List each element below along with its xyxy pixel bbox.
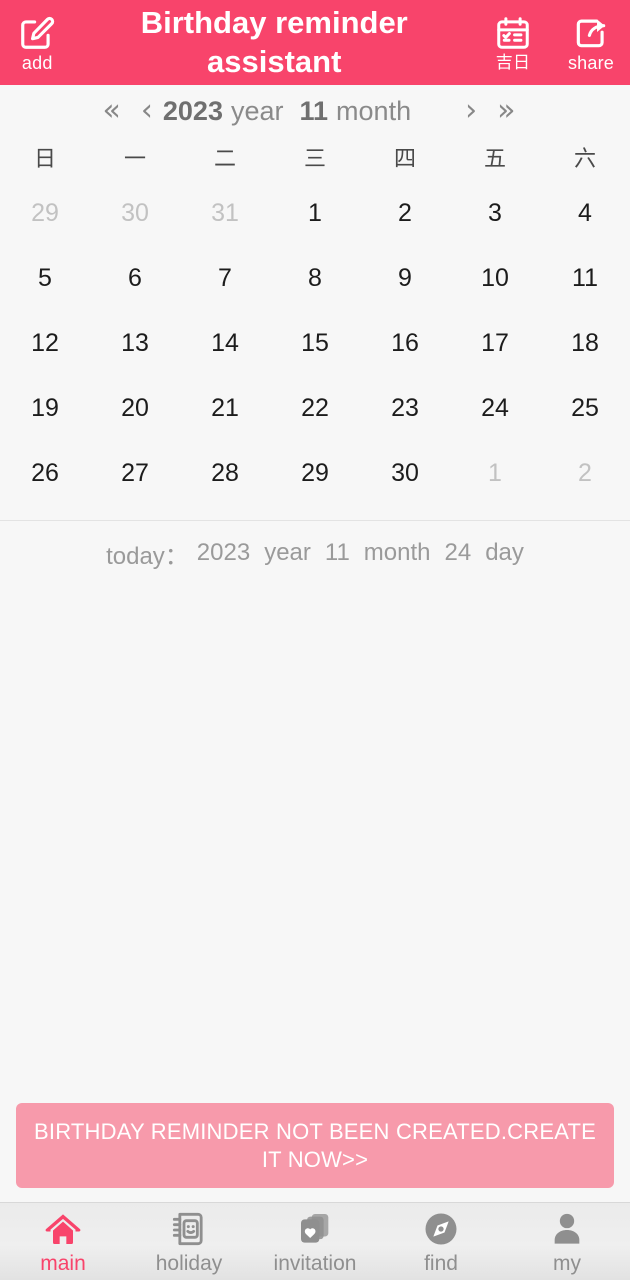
calendar-day-cell[interactable]: 26 (0, 441, 90, 506)
calendar-day-cell[interactable]: 7 (180, 246, 270, 311)
calendar-day-cell[interactable]: 6 (90, 246, 180, 311)
tab-label-main: main (40, 1252, 86, 1275)
tab-main[interactable]: main (0, 1203, 126, 1280)
person-icon (547, 1209, 587, 1249)
calendar-day-cell[interactable]: 28 (180, 441, 270, 506)
next-year-button[interactable]: » (487, 96, 525, 126)
calendar-day-cell[interactable]: 30 (90, 181, 180, 246)
tab-invitation[interactable]: invitation (252, 1203, 378, 1280)
create-reminder-banner[interactable]: BIRTHDAY REMINDER NOT BEEN CREATED.CREAT… (16, 1103, 614, 1188)
month-navigation: « ‹ 2023 year 11 month › » (0, 85, 630, 137)
today-day-unit: day (485, 539, 524, 566)
weekday-label-0: 日 (33, 146, 56, 171)
today-month-value: 11 (324, 539, 350, 566)
calendar-day-cell[interactable]: 1 (270, 181, 360, 246)
today-prefix-label: today： (106, 542, 189, 570)
today-month-unit: month (363, 539, 431, 566)
calendar-day-cell[interactable]: 11 (540, 246, 630, 311)
calendar-day-cell[interactable]: 29 (270, 441, 360, 506)
calendar-day-cell[interactable]: 1 (450, 441, 540, 506)
edit-square-icon (18, 14, 56, 52)
page-title: Birthday reminder assistant (140, 4, 408, 79)
prev-year-button[interactable]: « (93, 96, 131, 126)
calendar-day-cell[interactable]: 4 (540, 181, 630, 246)
app-root: add Birthday reminder assistant 吉日 share… (0, 0, 630, 1280)
weekday-label-1: 一 (123, 146, 146, 171)
tab-label-find: find (424, 1252, 458, 1275)
cards-heart-icon (295, 1209, 335, 1249)
calendar-day-cell[interactable]: 2 (540, 441, 630, 506)
calendar-day-cell[interactable]: 2 (360, 181, 450, 246)
app-header: add Birthday reminder assistant 吉日 share (0, 0, 630, 85)
calendar-day-cell[interactable]: 19 (0, 376, 90, 441)
calendar-day-cell[interactable]: 27 (90, 441, 180, 506)
add-button[interactable]: add (0, 14, 74, 72)
calendar-day-cell[interactable]: 18 (540, 311, 630, 376)
weekday-header-row: 日一二三四五六 (0, 137, 630, 177)
calendar-day-cell[interactable]: 14 (180, 311, 270, 376)
calendar-day-cell[interactable]: 5 (0, 246, 90, 311)
compass-icon (421, 1209, 461, 1249)
calendar-day-cell[interactable]: 21 (180, 376, 270, 441)
today-day-value: 24 (444, 539, 472, 566)
prev-month-button[interactable]: ‹ (131, 96, 163, 126)
calendar-grid: 29 30 31 1 2 3 4 5 6 7 8 9 10 11 12 13 14 15 16 17 18 19 20 21 2… (0, 177, 630, 506)
lucky-day-label: 吉日 (495, 53, 531, 72)
notice-container: BIRTHDAY REMINDER NOT BEEN CREATED.CREAT… (0, 1103, 630, 1202)
weekday-label-4: 四 (393, 146, 416, 171)
calendar-day-cell[interactable]: 24 (450, 376, 540, 441)
weekday-label-6: 六 (573, 146, 596, 171)
current-year-month[interactable]: 2023 year 11 month (163, 96, 411, 127)
calendar-day-cell[interactable]: 22 (270, 376, 360, 441)
year-unit-label: year (230, 95, 284, 126)
tab-label-holiday: holiday (155, 1252, 223, 1275)
calendar-day-cell[interactable]: 8 (270, 246, 360, 311)
today-summary: today： 2023 year 11 month 24 day (0, 521, 630, 585)
weekday-label-3: 三 (303, 146, 326, 171)
calendar-day-cell[interactable]: 10 (450, 246, 540, 311)
empty-reminder-list (0, 585, 630, 1103)
calendar-check-icon (494, 14, 532, 52)
current-year-value: 2023 (162, 95, 223, 126)
calendar-day-cell[interactable]: 20 (90, 376, 180, 441)
calendar-day-cell[interactable]: 13 (90, 311, 180, 376)
calendar-day-cell[interactable]: 17 (450, 311, 540, 376)
current-month-value: 11 (299, 95, 329, 126)
share-button[interactable]: share (552, 14, 630, 72)
bottom-tab-bar: main holiday invitation find my (0, 1202, 630, 1280)
share-button-label: share (567, 52, 615, 73)
calendar-day-cell[interactable]: 9 (360, 246, 450, 311)
next-month-button[interactable]: › (455, 96, 487, 126)
calendar-day-cell[interactable]: 12 (0, 311, 90, 376)
calendar-day-cell[interactable]: 31 (180, 181, 270, 246)
add-button-label: add (21, 52, 53, 73)
tab-find[interactable]: find (378, 1203, 504, 1280)
lucky-day-button[interactable]: 吉日 (474, 14, 552, 72)
share-arrow-icon (572, 14, 610, 52)
calendar-day-cell[interactable]: 30 (360, 441, 450, 506)
tab-holiday[interactable]: holiday (126, 1203, 252, 1280)
tab-label-my: my (553, 1252, 581, 1275)
calendar-day-cell[interactable]: 23 (360, 376, 450, 441)
tab-my[interactable]: my (504, 1203, 630, 1280)
notebook-face-icon (169, 1209, 209, 1249)
weekday-label-5: 五 (483, 146, 506, 171)
calendar-day-cell[interactable]: 15 (270, 311, 360, 376)
header-actions: 吉日 share (474, 14, 630, 72)
month-unit-label: month (336, 95, 412, 126)
calendar-day-cell[interactable]: 16 (360, 311, 450, 376)
today-year-unit: year (264, 539, 311, 566)
home-icon (43, 1209, 83, 1249)
calendar-day-cell[interactable]: 3 (450, 181, 540, 246)
calendar-day-cell[interactable]: 29 (0, 181, 90, 246)
weekday-label-2: 二 (213, 146, 236, 171)
calendar-day-cell[interactable]: 25 (540, 376, 630, 441)
today-year-value: 2023 (196, 539, 251, 566)
tab-label-invitation: invitation (273, 1252, 357, 1275)
